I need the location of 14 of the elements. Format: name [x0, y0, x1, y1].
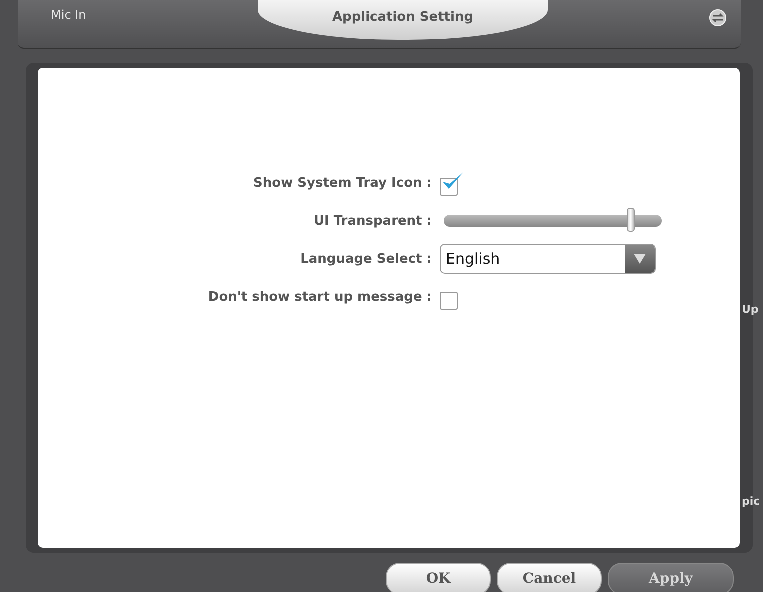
swap-arrows-icon[interactable] [709, 9, 727, 27]
checkbox[interactable] [440, 170, 466, 196]
background-text: Up [742, 303, 759, 316]
slider-thumb[interactable] [627, 208, 636, 232]
dialog-button[interactable]: Cancel [497, 563, 602, 592]
setting-label: Don't show start up message : [207, 290, 432, 304]
background-text: pic [742, 495, 760, 508]
dialog-button[interactable]: OK [386, 563, 491, 592]
setting-label: Language Select : [300, 252, 432, 266]
dialog-title: Application Setting [258, 0, 548, 40]
setting-label: Show System Tray Icon : [252, 176, 432, 190]
input-source-label: Mic In [51, 7, 86, 22]
setting-label: UI Transparent : [312, 214, 432, 228]
language-dropdown[interactable]: English [440, 244, 656, 274]
